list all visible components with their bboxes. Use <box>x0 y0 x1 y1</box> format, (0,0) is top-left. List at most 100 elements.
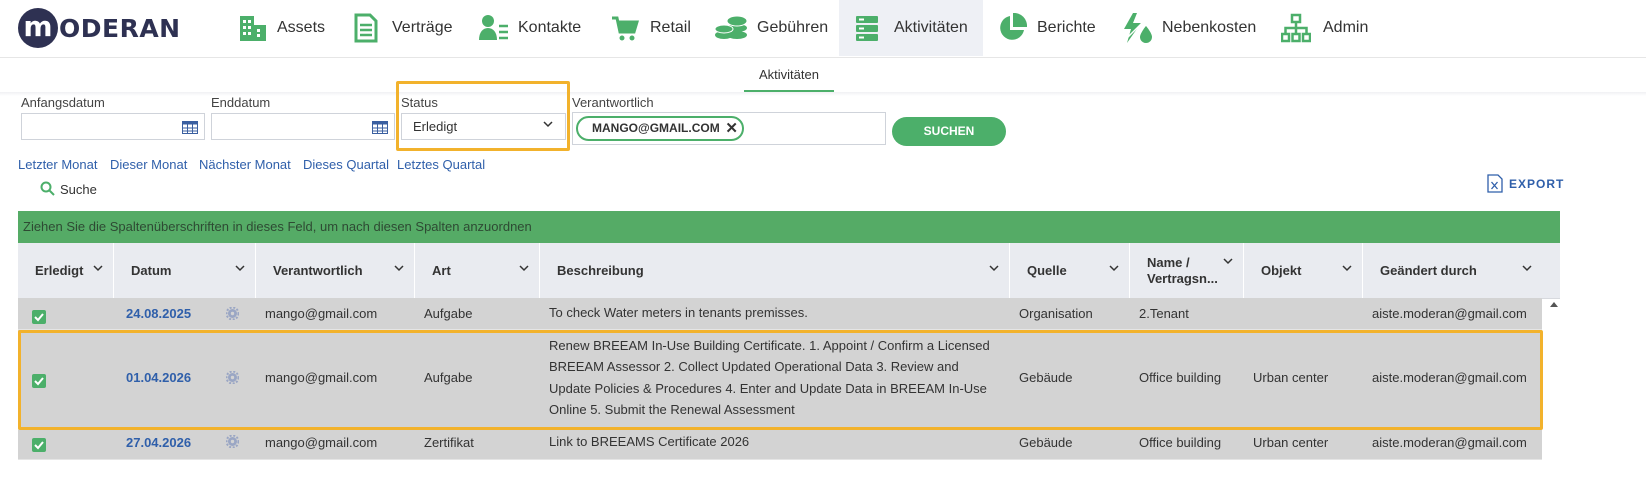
link-last-month[interactable]: Letzter Monat <box>18 157 98 172</box>
column-title: Datum <box>131 263 172 278</box>
column-header-geaendert-durch[interactable]: Geändert durch <box>1363 243 1542 298</box>
logo-text: ODERAN <box>59 13 181 43</box>
column-header-verantwortlich[interactable]: Verantwortlich <box>256 243 415 298</box>
nav-admin[interactable]: Admin <box>1281 0 1368 56</box>
cart-icon <box>612 16 639 41</box>
changed-by-cell: aiste.moderan@gmail.com <box>1372 306 1527 321</box>
org-chart-icon <box>1281 13 1311 43</box>
changed-by-cell: aiste.moderan@gmail.com <box>1372 435 1527 450</box>
chevron-down-icon[interactable] <box>1342 265 1352 272</box>
name-cell: 2.Tenant <box>1139 306 1189 321</box>
tab-aktivitaeten[interactable]: Aktivitäten <box>744 62 834 93</box>
source-cell: Gebäude <box>1019 435 1073 450</box>
column-header-datum[interactable]: Datum <box>114 243 256 298</box>
type-cell: Zertifikat <box>424 435 474 450</box>
link-last-quarter[interactable]: Letztes Quartal <box>397 157 485 172</box>
date-cell[interactable]: 27.04.2026 <box>126 435 191 450</box>
column-header-objekt[interactable]: Objekt <box>1244 243 1363 298</box>
column-title: Beschreibung <box>557 263 644 278</box>
link-next-month[interactable]: Nächster Monat <box>199 157 291 172</box>
column-title: Geändert durch <box>1380 263 1477 278</box>
nav-vertraege[interactable]: Verträge <box>354 0 452 56</box>
nav-retail[interactable]: Retail <box>611 0 691 56</box>
search-icon <box>40 181 55 196</box>
excel-file-icon <box>1487 174 1503 193</box>
description-cell: Link to BREEAMS Certificate 2026 <box>549 434 750 449</box>
nav-label: Berichte <box>1037 19 1096 36</box>
done-checkbox[interactable] <box>32 438 46 452</box>
nav-label: Aktivitäten <box>894 19 968 36</box>
responsible-cell: mango@gmail.com <box>265 435 378 450</box>
status-highlight <box>396 81 570 151</box>
start-date-label: Anfangsdatum <box>21 95 105 110</box>
document-icon <box>354 13 378 43</box>
table-row[interactable]: 27.04.2026 mango@gmail.com Zertifikat Li… <box>18 430 1542 460</box>
nav-assets[interactable]: Assets <box>238 0 325 56</box>
pie-chart-icon <box>1000 13 1027 40</box>
object-cell: Urban center <box>1253 435 1329 450</box>
chevron-down-icon[interactable] <box>93 265 103 272</box>
chevron-down-icon[interactable] <box>1522 265 1532 272</box>
row-highlight <box>18 330 1543 430</box>
moderan-logo[interactable]: m ODERAN <box>18 7 181 49</box>
chevron-down-icon[interactable] <box>394 265 404 272</box>
logo-mark: m <box>18 8 58 48</box>
end-date-label: Enddatum <box>211 95 271 110</box>
responsible-chip[interactable]: MANGO@GMAIL.COM ✕ <box>576 116 744 141</box>
column-header-beschreibung[interactable]: Beschreibung <box>540 243 1010 298</box>
building-icon <box>240 16 266 41</box>
nav-label: Gebühren <box>757 19 829 36</box>
responsible-cell: mango@gmail.com <box>265 306 378 321</box>
calendar-icon[interactable] <box>372 121 388 134</box>
chip-label: MANGO@GMAIL.COM <box>592 121 720 135</box>
calendar-icon[interactable] <box>182 121 198 134</box>
gear-icon[interactable] <box>226 435 239 448</box>
nav-label: Admin <box>1323 19 1369 36</box>
column-title: Verantwortlich <box>273 263 363 278</box>
coins-icon <box>714 15 748 39</box>
column-title: Objekt <box>1261 263 1302 278</box>
link-this-month[interactable]: Dieser Monat <box>110 157 187 172</box>
column-title: Art <box>432 263 451 278</box>
search-toggle-label: Suche <box>60 181 97 197</box>
export-label: EXPORT <box>1509 176 1565 191</box>
top-navigation: m ODERAN Assets Verträge Kontakte Retail… <box>0 0 1646 58</box>
nav-nebenkosten[interactable]: Nebenkosten <box>1121 0 1256 56</box>
chevron-down-icon[interactable] <box>235 265 245 272</box>
nav-gebuehren[interactable]: Gebühren <box>714 0 828 56</box>
search-button[interactable]: SUCHEN <box>892 117 1006 146</box>
chevron-down-icon[interactable] <box>1223 258 1233 265</box>
gear-icon[interactable] <box>226 307 239 320</box>
search-toggle[interactable]: Suche <box>40 181 97 197</box>
server-icon <box>856 16 878 41</box>
nav-label: Assets <box>277 19 326 36</box>
table-row[interactable]: 24.08.2025 mango@gmail.com Aufgabe To ch… <box>18 298 1542 330</box>
column-title: Erledigt <box>35 263 84 278</box>
group-by-drop-zone[interactable]: Ziehen Sie die Spaltenüberschriften in d… <box>18 211 1560 243</box>
remove-chip-icon[interactable]: ✕ <box>725 118 738 139</box>
column-header-art[interactable]: Art <box>415 243 540 298</box>
start-date-field[interactable] <box>21 113 205 140</box>
done-checkbox[interactable] <box>32 310 46 324</box>
column-header-quelle[interactable]: Quelle <box>1010 243 1130 298</box>
scroll-up-arrow-icon[interactable] <box>1549 300 1559 308</box>
column-title: Name / Vertragsn... <box>1147 254 1218 286</box>
nav-berichte[interactable]: Berichte <box>997 0 1096 56</box>
column-header-name[interactable]: Name / Vertragsn... <box>1130 243 1244 298</box>
date-cell[interactable]: 24.08.2025 <box>126 306 191 321</box>
source-cell: Organisation <box>1019 306 1093 321</box>
type-cell: Aufgabe <box>424 306 473 321</box>
column-title: Quelle <box>1027 263 1067 278</box>
nav-aktivitaeten[interactable]: Aktivitäten <box>839 0 983 56</box>
chevron-down-icon[interactable] <box>989 265 999 272</box>
nav-label: Verträge <box>392 19 453 36</box>
column-header-erledigt[interactable]: Erledigt <box>18 243 114 298</box>
chevron-down-icon[interactable] <box>1109 265 1119 272</box>
link-this-quarter[interactable]: Dieses Quartal <box>303 157 389 172</box>
export-button[interactable]: EXPORT <box>1487 174 1564 193</box>
nav-label: Retail <box>650 19 691 36</box>
nav-label: Nebenkosten <box>1162 19 1257 36</box>
nav-kontakte[interactable]: Kontakte <box>479 0 581 56</box>
chevron-down-icon[interactable] <box>519 265 529 272</box>
end-date-field[interactable] <box>211 113 395 140</box>
